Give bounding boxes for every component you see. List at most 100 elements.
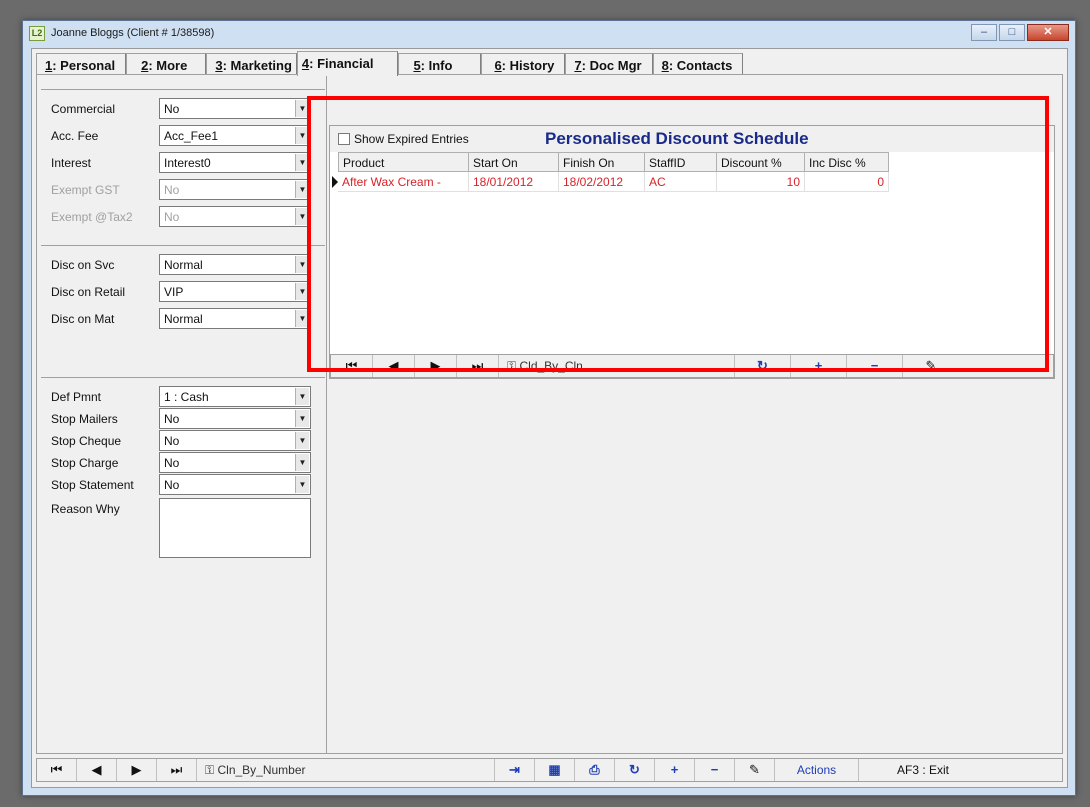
field-value: No <box>164 210 180 224</box>
stop-mailers-dropdown[interactable]: No ▼ <box>159 408 311 429</box>
exempt-gst-dropdown[interactable]: No ▼ <box>159 179 311 200</box>
field-label: Exempt @Tax2 <box>51 210 133 224</box>
financial-page: Commercial No ▼ Acc. Fee Acc_Fee1 ▼ Intere… <box>36 74 1063 754</box>
cell-staff-id[interactable]: AC <box>645 172 717 192</box>
interest-dropdown[interactable]: Interest0 ▼ <box>159 152 311 173</box>
tab-number: 7 <box>574 58 582 73</box>
edit-icon[interactable]: ✎ <box>903 355 959 377</box>
column-header-product[interactable]: Product <box>338 152 469 172</box>
stop-charge-dropdown[interactable]: No ▼ <box>159 452 311 473</box>
tab-number: 8 <box>661 58 669 73</box>
tab-contacts[interactable]: 8: Contacts <box>652 53 744 75</box>
tab-personal[interactable]: 1: Personal <box>36 53 127 75</box>
add-icon[interactable]: + <box>791 355 847 377</box>
actions-button[interactable]: Actions <box>775 759 859 781</box>
chevron-down-icon: ▼ <box>295 283 309 300</box>
column-header-discount-pct[interactable]: Discount % <box>717 152 805 172</box>
client-area: 1: Personal 2: More 3: Marketing 4: Fina… <box>31 48 1068 788</box>
field-label: Stop Cheque <box>51 434 122 448</box>
tab-history[interactable]: 6: History <box>481 53 566 75</box>
field-value: 1 : Cash <box>164 390 209 404</box>
field-label: Stop Statement <box>51 478 134 492</box>
field-label: Interest <box>51 156 92 170</box>
stop-cheque-dropdown[interactable]: No ▼ <box>159 430 311 451</box>
tab-doc-mgr[interactable]: 7: Doc Mgr <box>565 53 653 75</box>
tab-label: : Marketing <box>222 58 292 73</box>
column-header-staff-id[interactable]: StaffID <box>645 152 717 172</box>
tab-more[interactable]: 2: More <box>126 53 207 75</box>
field-value: Normal <box>164 312 203 326</box>
close-button[interactable]: ✕ <box>1027 24 1069 41</box>
def-pmnt-dropdown[interactable]: 1 : Cash ▼ <box>159 386 311 407</box>
reason-why-textarea[interactable] <box>159 498 311 558</box>
column-header-finish-on[interactable]: Finish On <box>559 152 645 172</box>
main-navigator: ⏮ ◀ ▶ ⏭ ⚿ Cln_By_Number ⇥ ▦ ⎙ ↻ + − ✎ Ac… <box>36 758 1063 782</box>
index-selector[interactable]: ⚿ Cln_By_Number <box>197 759 495 781</box>
field-label: Acc. Fee <box>51 129 99 143</box>
maximize-button[interactable]: □ <box>999 24 1025 41</box>
first-record-icon[interactable]: ⏮ <box>37 759 77 781</box>
chevron-down-icon: ▼ <box>295 154 309 171</box>
field-label: Stop Charge <box>51 456 119 470</box>
cell-product[interactable]: After Wax Cream - <box>338 172 469 192</box>
last-record-icon[interactable]: ⏭ <box>157 759 197 781</box>
next-record-icon[interactable]: ▶ <box>117 759 157 781</box>
delete-icon[interactable]: − <box>695 759 735 781</box>
row-indicator-icon <box>332 176 338 188</box>
show-expired-checkbox[interactable] <box>338 133 350 145</box>
tab-number: 5 <box>413 58 421 73</box>
refresh-icon[interactable]: ↻ <box>615 759 655 781</box>
edit-icon[interactable]: ✎ <box>735 759 775 781</box>
next-record-icon[interactable]: ▶ <box>415 355 457 377</box>
field-label: Stop Mailers <box>51 412 118 426</box>
prev-record-icon[interactable]: ◀ <box>77 759 117 781</box>
tab-marketing[interactable]: 3: Marketing <box>206 53 297 75</box>
chevron-down-icon: ▼ <box>295 256 309 273</box>
index-selector[interactable]: ⚿ Cld_By_Cln <box>499 355 735 377</box>
disc-on-svc-dropdown[interactable]: Normal ▼ <box>159 254 311 275</box>
account-group: Commercial No ▼ Acc. Fee Acc_Fee1 ▼ Intere… <box>41 89 325 243</box>
tab-label: : Info <box>420 58 453 73</box>
window-title: Joanne Bloggs (Client # 1/38598) <box>51 27 215 39</box>
minimize-button[interactable]: ‒ <box>971 24 997 41</box>
print-icon[interactable]: ⎙ <box>575 759 615 781</box>
disc-on-retail-dropdown[interactable]: VIP ▼ <box>159 281 311 302</box>
disc-on-mat-dropdown[interactable]: Normal ▼ <box>159 308 311 329</box>
delete-icon[interactable]: − <box>847 355 903 377</box>
tab-financial[interactable]: 4: Financial <box>296 51 399 76</box>
table-row[interactable]: After Wax Cream - 18/01/2012 18/02/2012 … <box>332 172 889 192</box>
client-window: L2 Joanne Bloggs (Client # 1/38598) ‒ □ … <box>22 20 1076 796</box>
last-record-icon[interactable]: ⏭ <box>457 355 499 377</box>
stop-statement-dropdown[interactable]: No ▼ <box>159 474 311 495</box>
discount-grid-header: Product Start On Finish On StaffID Disco… <box>338 152 889 172</box>
tab-number: 6 <box>494 58 502 73</box>
field-label: Disc on Svc <box>51 258 115 272</box>
add-icon[interactable]: + <box>655 759 695 781</box>
field-label: Disc on Retail <box>51 285 126 299</box>
commercial-dropdown[interactable]: No ▼ <box>159 98 311 119</box>
field-value: No <box>164 456 180 470</box>
index-label: Cld_By_Cln <box>519 359 583 373</box>
goto-icon[interactable]: ⇥ <box>495 759 535 781</box>
cell-inc-disc-pct[interactable]: 0 <box>805 172 889 192</box>
tab-number: 3 <box>215 58 223 73</box>
exit-button[interactable]: AF3 : Exit <box>859 759 959 781</box>
prev-record-icon[interactable]: ◀ <box>373 355 415 377</box>
chevron-down-icon: ▼ <box>295 181 309 198</box>
tab-strip: 1: Personal 2: More 3: Marketing 4: Fina… <box>36 51 744 76</box>
cell-discount-pct[interactable]: 10 <box>717 172 805 192</box>
column-header-start-on[interactable]: Start On <box>469 152 559 172</box>
key-icon: ⚿ <box>205 763 215 777</box>
field-value: No <box>164 412 180 426</box>
cell-finish-on[interactable]: 18/02/2012 <box>559 172 645 192</box>
acc-fee-dropdown[interactable]: Acc_Fee1 ▼ <box>159 125 311 146</box>
first-record-icon[interactable]: ⏮ <box>331 355 373 377</box>
tab-info[interactable]: 5: Info <box>398 53 482 75</box>
column-header-inc-disc-pct[interactable]: Inc Disc % <box>805 152 889 172</box>
field-value: Acc_Fee1 <box>164 129 219 143</box>
exempt-tax2-dropdown[interactable]: No ▼ <box>159 206 311 227</box>
grid-icon[interactable]: ▦ <box>535 759 575 781</box>
tab-label: : Financial <box>309 56 374 71</box>
refresh-icon[interactable]: ↻ <box>735 355 791 377</box>
cell-start-on[interactable]: 18/01/2012 <box>469 172 559 192</box>
